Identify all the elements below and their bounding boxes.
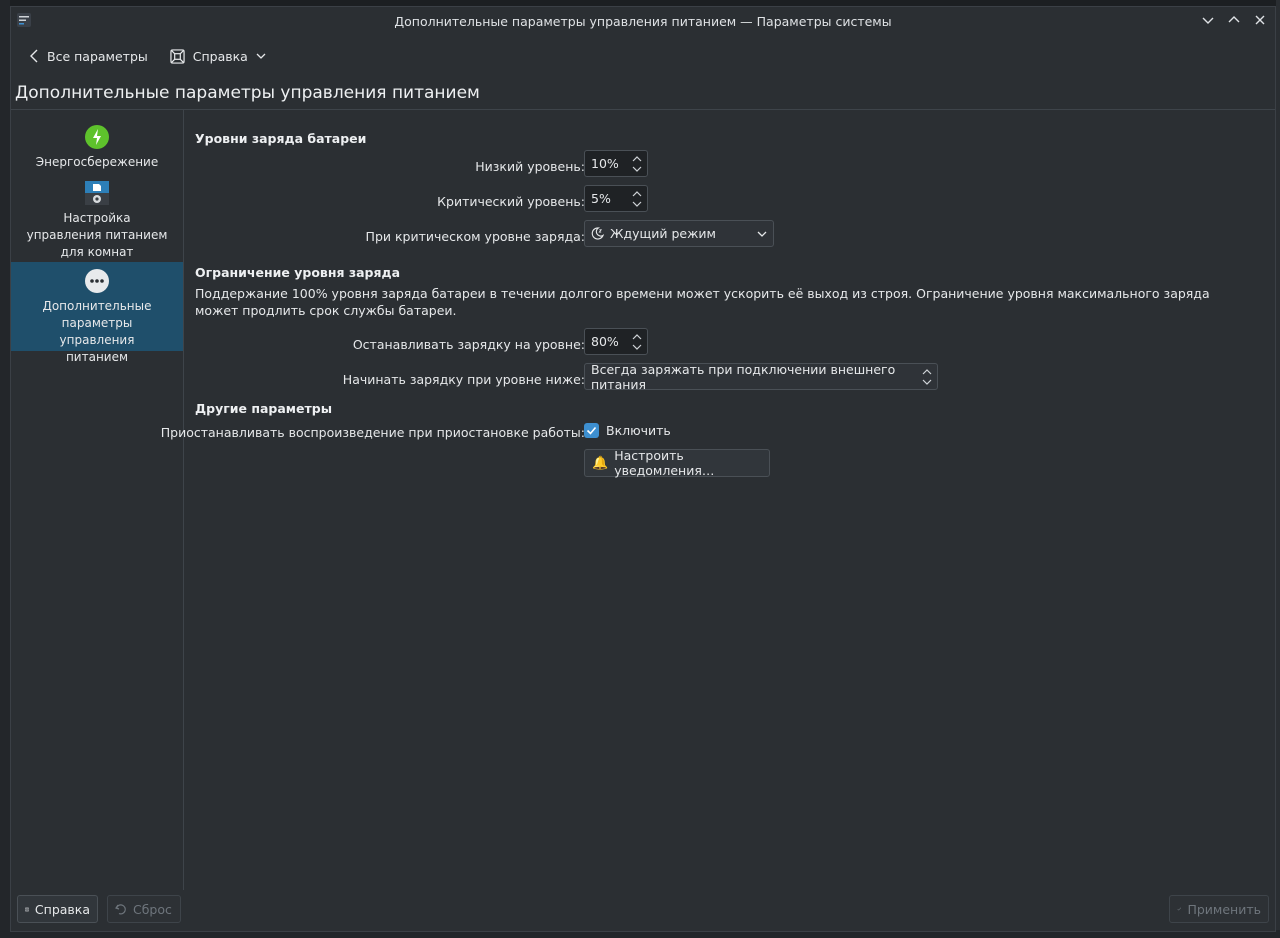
critical-action-label: При критическом уровне заряда:: [365, 229, 585, 244]
toolbar: Все параметры Справка: [11, 39, 1275, 73]
reset-button[interactable]: Сброс: [107, 895, 181, 923]
minimize-button[interactable]: [1199, 11, 1217, 29]
start-charge-spinbox[interactable]: Всегда заряжать при подключении внешнего…: [584, 361, 938, 392]
footer-bar: Справка Сброс Применить: [11, 891, 1275, 931]
critical-level-value: 5%: [591, 191, 611, 206]
apply-label: Применить: [1187, 901, 1261, 917]
sidebar-item-room-power[interactable]: Настройка управления питанием для комнат: [11, 176, 183, 259]
stop-charge-label: Останавливать зарядку на уровне:: [352, 337, 585, 352]
help-menu-label: Справка: [192, 48, 248, 64]
page-title: Дополнительные параметры управления пита…: [15, 83, 480, 103]
app-menu-icon[interactable]: [17, 13, 31, 27]
low-level-spinbox[interactable]: 10%: [584, 150, 648, 177]
desktop-background-right: [1276, 0, 1280, 938]
critical-level-spinbox[interactable]: 5%: [584, 185, 648, 212]
sidebar-item-energy-saving[interactable]: Энергосбережение: [11, 120, 183, 172]
sleep-moon-icon: [591, 227, 604, 240]
title-bar[interactable]: Дополнительные параметры управления пита…: [11, 7, 1275, 35]
critical-action-combobox[interactable]: Ждущий режим: [584, 220, 774, 247]
critical-action-value: Ждущий режим: [610, 226, 716, 241]
close-button[interactable]: [1251, 11, 1269, 29]
bell-icon: 🔔: [592, 455, 609, 471]
room-settings-icon: [85, 181, 109, 205]
battery-bolt-icon: [85, 125, 109, 149]
stop-charge-value: 80%: [591, 334, 619, 349]
section-title-battery-levels: Уровни заряда батареи: [195, 131, 367, 146]
desktop-background-left: [0, 0, 10, 938]
footer-help-button[interactable]: Справка: [17, 895, 98, 923]
charge-limit-description: Поддержание 100% уровня заряда батареи в…: [195, 286, 1210, 318]
footer-help-label: Справка: [34, 901, 90, 917]
chevron-down-icon: [1202, 17, 1214, 24]
chevron-left-icon: [30, 49, 38, 63]
pause-playback-checkbox[interactable]: Включить: [584, 423, 671, 438]
section-title-charge-limit: Ограничение уровня заряда: [195, 265, 401, 280]
enable-label: Включить: [606, 423, 671, 438]
checkmark-icon: [1177, 907, 1182, 911]
sidebar-item-label: Дополнительные параметры управления пита…: [42, 299, 152, 364]
spin-arrows-icon[interactable]: [631, 189, 643, 209]
low-level-value: 10%: [591, 156, 619, 171]
checkbox-checked-icon[interactable]: [584, 423, 599, 438]
sidebar-item-label: Энергосбережение: [35, 155, 159, 169]
lifebuoy-icon: [25, 907, 29, 911]
lifebuoy-icon: [170, 48, 185, 64]
chevron-down-icon: [256, 53, 266, 59]
back-button-label: Все параметры: [47, 48, 148, 64]
more-options-icon: [85, 269, 109, 293]
window-title: Дополнительные параметры управления пита…: [394, 13, 892, 29]
start-charge-value: Всегда заряжать при подключении внешнего…: [591, 361, 896, 392]
help-menu-button[interactable]: Справка: [164, 45, 272, 68]
settings-window: Дополнительные параметры управления пита…: [10, 6, 1276, 932]
reset-label: Сброс: [133, 901, 172, 917]
back-button[interactable]: Все параметры: [23, 45, 154, 68]
low-level-label: Низкий уровень:: [475, 159, 585, 174]
settings-content: Уровни заряда батареи Низкий уровень: 10…: [161, 110, 1265, 890]
undo-icon: [115, 904, 126, 915]
configure-notifications-label: Настроить уведомления…: [614, 448, 715, 478]
chevron-up-icon: [1228, 16, 1240, 23]
close-icon: [1255, 15, 1265, 25]
start-charge-label: Начинать зарядку при уровне ниже:: [342, 372, 585, 387]
maximize-button[interactable]: [1225, 11, 1243, 29]
spin-arrows-icon[interactable]: [921, 367, 933, 387]
apply-button[interactable]: Применить: [1169, 895, 1269, 923]
critical-level-label: Критический уровень:: [437, 194, 585, 209]
spin-arrows-icon[interactable]: [631, 154, 643, 174]
spin-arrows-icon[interactable]: [631, 332, 643, 352]
chevron-down-icon: [757, 231, 767, 237]
section-title-other: Другие параметры: [195, 401, 332, 416]
pause-playback-label: Приостанавливать воспроизведение при при…: [160, 425, 585, 440]
sidebar-item-advanced-power[interactable]: Дополнительные параметры управления пита…: [11, 262, 183, 364]
sidebar: Энергосбережение Настройка управления пи…: [11, 110, 184, 890]
configure-notifications-button[interactable]: 🔔 Настроить уведомления…: [584, 448, 770, 478]
stop-charge-spinbox[interactable]: 80%: [584, 328, 648, 355]
sidebar-item-label: Настройка управления питанием для комнат: [26, 211, 168, 259]
